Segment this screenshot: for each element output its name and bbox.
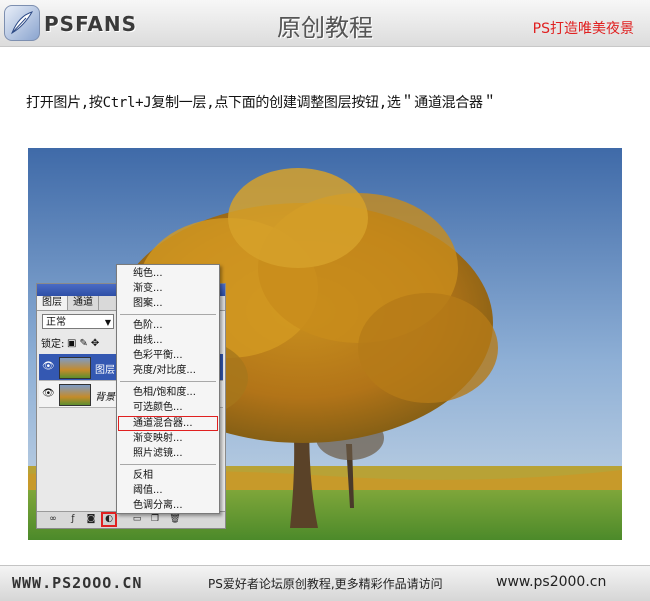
tab-channels[interactable]: 通道 bbox=[68, 296, 99, 310]
menu-separator bbox=[120, 381, 216, 382]
new-layer-icon[interactable]: ❐ bbox=[149, 514, 161, 525]
menu-item[interactable]: 阈值... bbox=[133, 485, 163, 497]
lock-brush-icon[interactable]: ✎ bbox=[79, 338, 90, 349]
menu-item[interactable]: 图案... bbox=[133, 298, 163, 310]
menu-item[interactable]: 可选颜色... bbox=[133, 402, 183, 414]
eye-icon[interactable]: 👁 bbox=[42, 361, 55, 372]
footer-text: PS爱好者论坛原创教程,更多精彩作品请访问 bbox=[208, 577, 443, 591]
feather-logo-icon bbox=[4, 5, 40, 41]
lock-options: ▣✎✥ bbox=[67, 338, 102, 349]
eye-icon[interactable]: 👁 bbox=[42, 388, 55, 399]
layer-thumbnail bbox=[59, 357, 91, 379]
menu-separator bbox=[120, 464, 216, 465]
link-icon[interactable]: ∞ bbox=[47, 514, 59, 525]
menu-item[interactable]: 反相 bbox=[133, 470, 153, 482]
lock-transparency-icon[interactable]: ▣ bbox=[67, 338, 79, 349]
brand-name: PSFANS bbox=[44, 12, 138, 36]
blend-mode-value: 正常 bbox=[46, 317, 66, 328]
layer-thumbnail bbox=[59, 384, 91, 406]
blend-mode-select[interactable]: 正常 ▼ bbox=[42, 314, 114, 329]
menu-item[interactable]: 色调分离... bbox=[133, 500, 183, 512]
group-icon[interactable]: ▭ bbox=[131, 514, 143, 525]
menu-item[interactable]: 色阶... bbox=[133, 320, 163, 332]
header-banner: PSFANS 原创教程 PS打造唯美夜景 bbox=[0, 0, 650, 47]
trash-icon[interactable]: 🗑 bbox=[169, 514, 181, 525]
footer-site-logo: WWW.PS2OOO.CN bbox=[12, 574, 143, 592]
menu-item[interactable]: 渐变映射... bbox=[133, 433, 183, 445]
menu-item[interactable]: 曲线... bbox=[133, 335, 163, 347]
menu-item[interactable]: 亮度/对比度... bbox=[133, 365, 196, 377]
menu-separator bbox=[120, 314, 216, 315]
lock-move-icon[interactable]: ✥ bbox=[91, 338, 102, 349]
menu-item[interactable]: 色相/饱和度... bbox=[133, 387, 196, 399]
layer-name: 背景 bbox=[95, 392, 115, 403]
footer-url[interactable]: www.ps2000.cn bbox=[496, 574, 606, 590]
menu-item[interactable]: 渐变... bbox=[133, 283, 163, 295]
tutorial-subtitle: PS打造唯美夜景 bbox=[532, 21, 634, 37]
page-title: 原创教程 bbox=[277, 14, 373, 42]
menu-item[interactable]: 色彩平衡... bbox=[133, 350, 183, 362]
layer-name: 图层 bbox=[95, 365, 115, 376]
menu-item-channel-mixer[interactable]: 通道混合器... bbox=[133, 418, 193, 430]
adjustment-layer-button[interactable]: ◐ bbox=[101, 512, 117, 527]
adjustment-layer-menu: 纯色... 渐变... 图案... 色阶... 曲线... 色彩平衡... 亮度… bbox=[116, 264, 220, 514]
tab-layers[interactable]: 图层 bbox=[37, 296, 68, 310]
menu-item[interactable]: 纯色... bbox=[133, 268, 163, 280]
chevron-down-icon: ▼ bbox=[104, 318, 111, 327]
lock-label: 锁定: bbox=[41, 339, 65, 350]
layer-style-icon[interactable]: ƒ bbox=[67, 514, 79, 525]
mask-icon[interactable]: ◙ bbox=[85, 514, 97, 525]
footer-banner: WWW.PS2OOO.CN PS爱好者论坛原创教程,更多精彩作品请访问 www.… bbox=[0, 565, 650, 601]
menu-item[interactable]: 照片滤镜... bbox=[133, 448, 183, 460]
instruction-text: 打开图片,按Ctrl+J复制一层,点下面的创建调整图层按钮,选＂通道混合器＂ bbox=[26, 95, 497, 111]
